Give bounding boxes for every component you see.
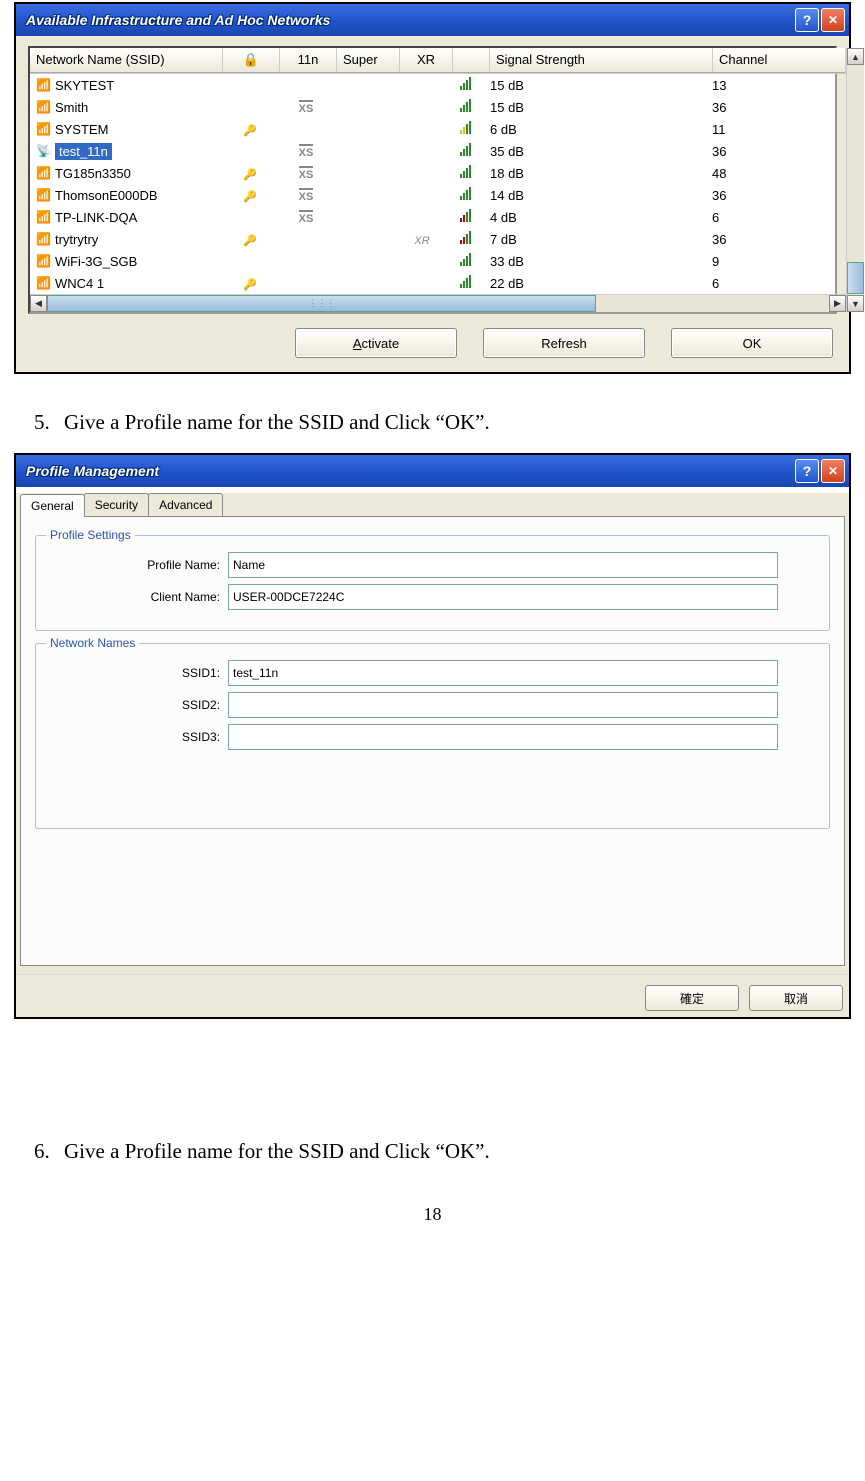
network-icon: 📶	[36, 210, 51, 224]
header-signal[interactable]: Signal Strength	[490, 48, 713, 73]
ssid1-label: SSID1:	[50, 666, 228, 680]
lock-icon: 🔑	[243, 191, 257, 203]
window-title: Profile Management	[20, 463, 159, 479]
client-name-label: Client Name:	[50, 590, 228, 604]
signal-bars-icon	[457, 143, 475, 159]
profile-settings-group: Profile Settings Profile Name: Client Na…	[35, 535, 830, 631]
network-icon: 📶	[36, 254, 51, 268]
signal-bars-icon	[457, 275, 475, 291]
signal-bars-icon	[457, 99, 475, 115]
network-row[interactable]: 📶 WNC4 1 🔑 22 dB 6	[30, 272, 846, 294]
network-row[interactable]: 📶 ThomsonE000DB 🔑 XS 14 dB 36	[30, 184, 846, 206]
ssid1-input[interactable]	[228, 660, 778, 686]
signal-bars-icon	[457, 187, 475, 203]
column-headers: Network Name (SSID) 🔒 11n Super XR Signa…	[30, 48, 846, 74]
lock-icon: 🔑	[243, 235, 257, 247]
step-number: 6.	[34, 1139, 64, 1164]
network-names-group: Network Names SSID1: SSID2: SSID3:	[35, 643, 830, 829]
lock-icon: 🔑	[243, 125, 257, 137]
ssid3-label: SSID3:	[50, 730, 228, 744]
network-row[interactable]: 📶 TG185n3350 🔑 XS 18 dB 48	[30, 162, 846, 184]
signal-bars-icon	[457, 77, 475, 93]
network-icon: 📶	[36, 166, 51, 180]
activate-button[interactable]: Activate	[295, 328, 457, 358]
legend: Network Names	[46, 636, 139, 650]
network-icon: 📶	[36, 122, 51, 136]
network-icon: 📡	[36, 144, 51, 158]
network-row[interactable]: 📡 test_11n XS 35 dB 36	[30, 140, 846, 162]
scroll-left-icon[interactable]: ◀	[30, 295, 47, 312]
step-5: 5. Give a Profile name for the SSID and …	[34, 410, 855, 435]
scroll-right-icon[interactable]: ▶	[829, 295, 846, 312]
ssid2-label: SSID2:	[50, 698, 228, 712]
help-button[interactable]: ?	[795, 8, 819, 32]
scroll-thumb[interactable]	[847, 262, 864, 294]
header-super[interactable]: Super	[337, 48, 400, 73]
network-icon: 📶	[36, 232, 51, 246]
signal-bars-icon	[457, 121, 475, 137]
step-6: 6. Give a Profile name for the SSID and …	[34, 1139, 855, 1164]
ok-button[interactable]: 確定	[645, 985, 739, 1011]
page-number: 18	[10, 1204, 855, 1225]
tab-general[interactable]: General	[20, 494, 85, 517]
scroll-thumb[interactable]: ⋮⋮⋮	[47, 295, 596, 312]
tab-security[interactable]: Security	[84, 493, 149, 516]
network-row[interactable]: 📶 SKYTEST 15 dB 13	[30, 74, 846, 96]
network-icon: 📶	[36, 100, 51, 114]
tabs: General Security Advanced	[20, 493, 849, 516]
client-name-input[interactable]	[228, 584, 778, 610]
ssid2-input[interactable]	[228, 692, 778, 718]
header-ssid[interactable]: Network Name (SSID)	[30, 48, 223, 73]
network-icon: 📶	[36, 188, 51, 202]
step-number: 5.	[34, 410, 64, 435]
close-button[interactable]: ✕	[821, 459, 845, 483]
window-title: Available Infrastructure and Ad Hoc Netw…	[20, 12, 330, 28]
help-button[interactable]: ?	[795, 459, 819, 483]
header-11n[interactable]: 11n	[280, 48, 337, 73]
network-icon: 📶	[36, 78, 51, 92]
lock-icon: 🔑	[243, 169, 257, 181]
network-row[interactable]: 📶 TP-LINK-DQA XS 4 dB 6	[30, 206, 846, 228]
signal-bars-icon	[457, 253, 475, 269]
step-text: Give a Profile name for the SSID and Cli…	[64, 410, 490, 435]
profile-name-label: Profile Name:	[50, 558, 228, 572]
vertical-scrollbar[interactable]: ▲ ▼	[846, 48, 864, 312]
tab-advanced[interactable]: Advanced	[148, 493, 223, 516]
legend: Profile Settings	[46, 528, 135, 542]
profile-management-window: Profile Management ? ✕ General Security …	[14, 453, 851, 1019]
titlebar: Profile Management ? ✕	[16, 455, 849, 487]
network-row[interactable]: 📶 trytrytry 🔑 XR 7 dB 36	[30, 228, 846, 250]
scroll-down-icon[interactable]: ▼	[847, 295, 864, 312]
ssid3-input[interactable]	[228, 724, 778, 750]
horizontal-scrollbar[interactable]: ◀ ⋮⋮⋮ ▶	[30, 294, 846, 312]
header-channel[interactable]: Channel	[713, 48, 846, 73]
header-xr[interactable]: XR	[400, 48, 453, 73]
signal-bars-icon	[457, 231, 475, 247]
ok-button[interactable]: OK	[671, 328, 833, 358]
signal-bars-icon	[457, 165, 475, 181]
network-row[interactable]: 📶 Smith XS 15 dB 36	[30, 96, 846, 118]
scroll-up-icon[interactable]: ▲	[847, 48, 864, 65]
tab-panel-general: Profile Settings Profile Name: Client Na…	[20, 516, 845, 966]
refresh-button[interactable]: Refresh	[483, 328, 645, 358]
lock-icon: 🔑	[243, 279, 257, 291]
network-row[interactable]: 📶 WiFi-3G_SGB 33 dB 9	[30, 250, 846, 272]
profile-name-input[interactable]	[228, 552, 778, 578]
signal-bars-icon	[457, 209, 475, 225]
titlebar: Available Infrastructure and Ad Hoc Netw…	[16, 4, 849, 36]
cancel-button[interactable]: 取消	[749, 985, 843, 1011]
header-security-icon[interactable]: 🔒	[223, 48, 280, 73]
network-icon: 📶	[36, 276, 51, 290]
available-networks-window: Available Infrastructure and Ad Hoc Netw…	[14, 2, 851, 374]
header-signal-icon[interactable]	[453, 48, 490, 73]
close-button[interactable]: ✕	[821, 8, 845, 32]
step-text: Give a Profile name for the SSID and Cli…	[64, 1139, 490, 1164]
network-row[interactable]: 📶 SYSTEM 🔑 6 dB 11	[30, 118, 846, 140]
network-list: Network Name (SSID) 🔒 11n Super XR Signa…	[28, 46, 837, 314]
